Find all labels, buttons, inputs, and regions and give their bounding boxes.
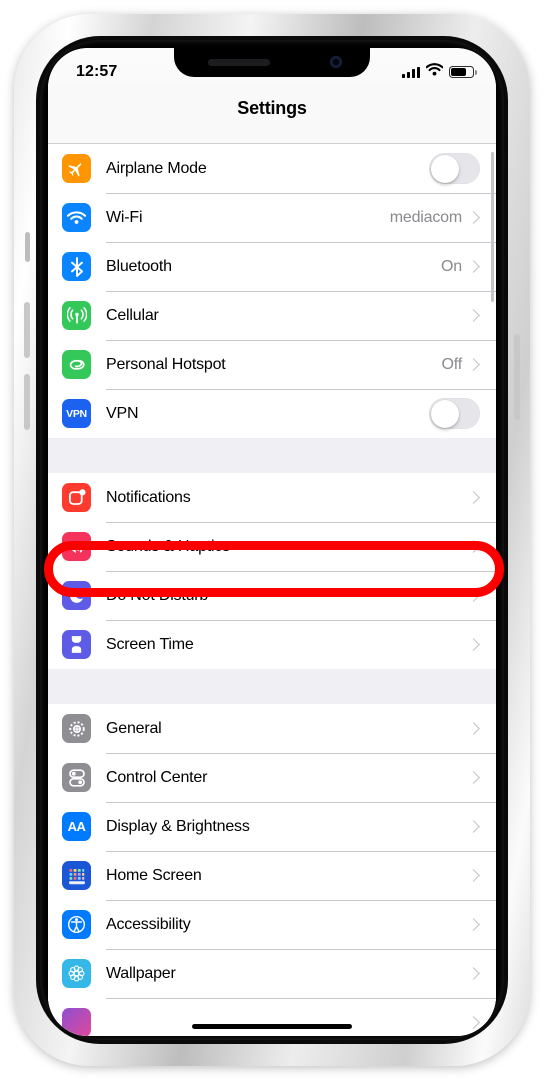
- power-button[interactable]: [514, 334, 520, 420]
- moon-icon: [62, 581, 91, 610]
- airplane-mode-toggle[interactable]: [429, 153, 480, 184]
- notch: [174, 48, 370, 77]
- row-sounds-and-haptics[interactable]: Sounds & Haptics: [48, 522, 496, 571]
- wifi-icon: [425, 63, 444, 81]
- row-home-screen[interactable]: Home Screen: [48, 851, 496, 900]
- phone-screen: 12:57 Settings Airplane Mode Wi-Fi media…: [48, 48, 496, 1036]
- earpiece-speaker-icon: [208, 59, 270, 66]
- row-personal-hotspot[interactable]: Personal Hotspot Off: [48, 340, 496, 389]
- row-label: Screen Time: [106, 635, 194, 653]
- row-accessibility[interactable]: Accessibility: [48, 900, 496, 949]
- status-bar-indicators: [402, 63, 477, 81]
- row-label: Personal Hotspot: [106, 355, 226, 373]
- row-label: Bluetooth: [106, 257, 172, 275]
- chevron-right-icon: [467, 722, 480, 735]
- page-title: Settings: [237, 98, 307, 118]
- row-screen-time[interactable]: Screen Time: [48, 620, 496, 669]
- bluetooth-icon: [62, 252, 91, 281]
- cellular-antenna-icon: [62, 301, 91, 330]
- wallpaper-flower-icon: [62, 959, 91, 988]
- row-general[interactable]: General: [48, 704, 496, 753]
- display-icon-text: AA: [67, 819, 86, 834]
- chevron-right-icon: [467, 260, 480, 273]
- chevron-right-icon: [467, 1016, 480, 1029]
- row-label: General: [106, 719, 162, 737]
- chevron-right-icon: [467, 967, 480, 980]
- notifications-icon: [62, 483, 91, 512]
- row-label: Home Screen: [106, 866, 202, 884]
- accessibility-icon: [62, 910, 91, 939]
- row-label: Wi-Fi: [106, 208, 143, 226]
- row-do-not-disturb[interactable]: Do Not Disturb: [48, 571, 496, 620]
- settings-group-connectivity: Airplane Mode Wi-Fi mediacom Bluetooth O…: [48, 144, 496, 438]
- group-separator: [48, 669, 496, 704]
- row-notifications[interactable]: Notifications: [48, 473, 496, 522]
- row-value: Off: [441, 355, 463, 373]
- row-label: VPN: [106, 404, 139, 422]
- row-display-and-brightness[interactable]: AA Display & Brightness: [48, 802, 496, 851]
- row-label: Display & Brightness: [106, 817, 250, 835]
- chevron-right-icon: [467, 638, 480, 651]
- airplane-icon: [62, 154, 91, 183]
- battery-icon: [449, 65, 477, 79]
- row-label: Cellular: [106, 306, 159, 324]
- row-label: Accessibility: [106, 915, 191, 933]
- row-label: Do Not Disturb: [106, 586, 209, 604]
- chevron-right-icon: [467, 491, 480, 504]
- chevron-right-icon: [467, 589, 480, 602]
- settings-group-system: General Control Center AA Display & Brig…: [48, 704, 496, 1036]
- control-center-icon: [62, 763, 91, 792]
- settings-group-alerts: Notifications Sounds & Haptics Do Not Di…: [48, 473, 496, 669]
- navigation-bar: Settings: [48, 92, 496, 144]
- screenshot-stage: 12:57 Settings Airplane Mode Wi-Fi media…: [0, 0, 544, 1080]
- hotspot-link-icon: [62, 350, 91, 379]
- home-screen-grid-icon: [62, 861, 91, 890]
- vpn-icon-text: VPN: [66, 407, 87, 420]
- vpn-icon: VPN: [62, 399, 91, 428]
- siri-icon: [62, 1008, 91, 1036]
- chevron-right-icon: [467, 309, 480, 322]
- scroll-indicator[interactable]: [490, 152, 494, 302]
- chevron-right-icon: [467, 869, 480, 882]
- chevron-right-icon: [467, 211, 480, 224]
- volume-down-button[interactable]: [24, 374, 30, 430]
- row-airplane-mode[interactable]: Airplane Mode: [48, 144, 496, 193]
- hourglass-icon: [62, 630, 91, 659]
- row-label: Control Center: [106, 768, 208, 786]
- front-camera-icon: [330, 56, 342, 68]
- group-separator: [48, 438, 496, 473]
- chevron-right-icon: [467, 358, 480, 371]
- row-vpn[interactable]: VPN VPN: [48, 389, 496, 438]
- vpn-toggle[interactable]: [429, 398, 480, 429]
- volume-up-button[interactable]: [24, 302, 30, 358]
- cellular-signal-bars-icon: [402, 66, 420, 78]
- row-control-center[interactable]: Control Center: [48, 753, 496, 802]
- home-indicator[interactable]: [192, 1023, 352, 1029]
- row-label: Notifications: [106, 488, 191, 506]
- chevron-right-icon: [467, 820, 480, 833]
- wifi-icon: [62, 203, 91, 232]
- row-cellular[interactable]: Cellular: [48, 291, 496, 340]
- row-label: Wallpaper: [106, 964, 176, 982]
- gear-icon: [62, 714, 91, 743]
- chevron-right-icon: [467, 540, 480, 553]
- row-siri-partial[interactable]: [48, 998, 496, 1036]
- row-value: mediacom: [389, 208, 462, 226]
- row-wifi[interactable]: Wi-Fi mediacom: [48, 193, 496, 242]
- chevron-right-icon: [467, 918, 480, 931]
- row-wallpaper[interactable]: Wallpaper: [48, 949, 496, 998]
- row-bluetooth[interactable]: Bluetooth On: [48, 242, 496, 291]
- row-label: Airplane Mode: [106, 159, 207, 177]
- speaker-waves-icon: [62, 532, 91, 561]
- settings-list[interactable]: Airplane Mode Wi-Fi mediacom Bluetooth O…: [48, 144, 496, 1036]
- chevron-right-icon: [467, 771, 480, 784]
- status-bar-time: 12:57: [76, 63, 118, 80]
- silent-switch[interactable]: [25, 232, 30, 262]
- display-brightness-icon: AA: [62, 812, 91, 841]
- row-value: On: [441, 257, 462, 275]
- row-label: Sounds & Haptics: [106, 537, 230, 555]
